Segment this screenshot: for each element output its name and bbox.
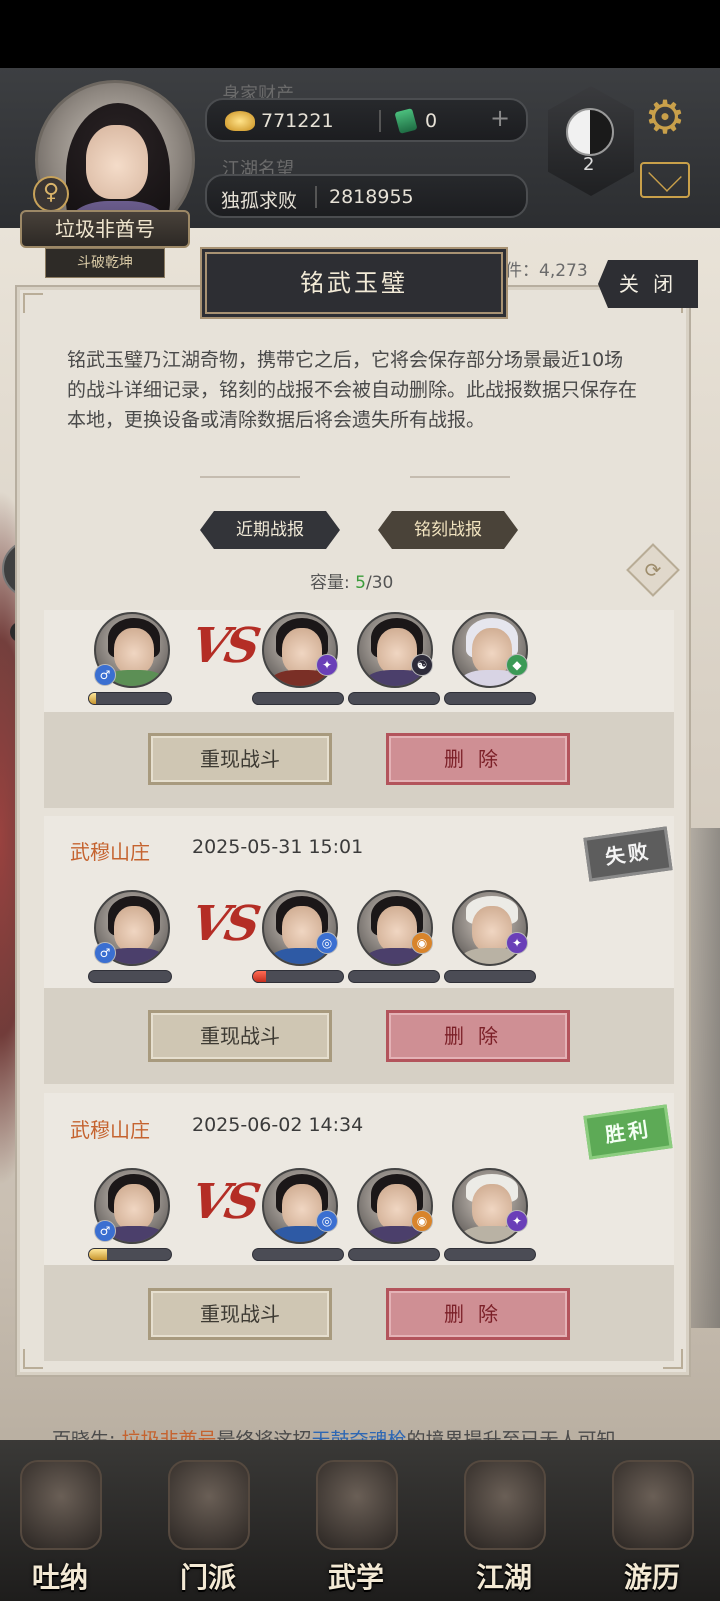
player-name: 垃圾非酋号 bbox=[20, 210, 190, 248]
enemy-hp-bar bbox=[252, 1248, 344, 1261]
enemy-hp-bar bbox=[252, 970, 344, 983]
enemy-portrait bbox=[262, 612, 338, 688]
battle-location: 武穆山庄 bbox=[70, 1118, 150, 1142]
enemy-portrait bbox=[262, 1168, 338, 1244]
jade-icon bbox=[394, 108, 418, 134]
player-hp-bar bbox=[88, 1248, 172, 1261]
replay-battle-button[interactable]: 重现战斗 bbox=[148, 1288, 332, 1340]
capacity-total: /30 bbox=[365, 573, 394, 593]
nav-sect[interactable]: 门派 bbox=[148, 1448, 268, 1598]
vs-icon: VS bbox=[187, 1174, 261, 1230]
nav-label: 吐纳 bbox=[31, 1561, 88, 1594]
battle-date: 2025-06-02 14:34 bbox=[192, 1114, 364, 1136]
enemy-hp-bar bbox=[252, 692, 344, 705]
partial-count: 件：4,273 bbox=[505, 261, 588, 281]
capacity: 容量: 5/30 bbox=[310, 568, 393, 593]
player-hp-bar bbox=[88, 970, 172, 983]
class-icon: ◎ bbox=[316, 1210, 338, 1232]
nav-label: 门派 bbox=[179, 1561, 236, 1594]
reputation-bar: 独孤求败 2818955 bbox=[205, 174, 528, 218]
enemy-hp-bar bbox=[348, 1248, 440, 1261]
reputation-title: 独孤求败 bbox=[221, 190, 298, 212]
class-icon: ◉ bbox=[411, 932, 433, 954]
enemy-portrait bbox=[357, 1168, 433, 1244]
gold-amount: 771221 bbox=[261, 110, 334, 132]
vs-icon: VS bbox=[187, 618, 261, 674]
mail-icon[interactable] bbox=[640, 162, 690, 198]
modal-title: 铭武玉璧 bbox=[205, 252, 503, 314]
divider bbox=[410, 476, 510, 478]
enemy-portrait bbox=[357, 612, 433, 688]
nav-travel[interactable]: 游历 bbox=[592, 1448, 712, 1598]
replay-battle-button[interactable]: 重现战斗 bbox=[148, 1010, 332, 1062]
gear-icon[interactable]: ⚙ bbox=[640, 92, 690, 142]
refresh-icon: ⟳ bbox=[644, 558, 662, 582]
replay-battle-button[interactable]: 重现战斗 bbox=[148, 733, 332, 785]
class-icon: ◉ bbox=[411, 1210, 433, 1232]
delete-button[interactable]: 删除 bbox=[386, 733, 570, 785]
enemy-portrait bbox=[452, 890, 528, 966]
vs-icon: VS bbox=[187, 896, 261, 952]
enemy-portrait bbox=[452, 612, 528, 688]
capacity-label: 容量: bbox=[310, 573, 350, 593]
player-title: 斗破乾坤 bbox=[45, 248, 165, 278]
add-jade-button[interactable]: + bbox=[490, 104, 510, 132]
nav-martial[interactable]: 武学 bbox=[296, 1448, 416, 1598]
class-icon: ♂ bbox=[94, 1220, 116, 1242]
class-icon: ◎ bbox=[316, 932, 338, 954]
capacity-used: 5 bbox=[355, 573, 366, 593]
taiji-level: 2 bbox=[583, 154, 595, 175]
class-icon: ♂ bbox=[94, 942, 116, 964]
player-hp-bar bbox=[88, 692, 172, 705]
tab-engraved[interactable]: 铭刻战报 bbox=[378, 511, 518, 549]
status-bar bbox=[0, 0, 720, 68]
enemy-hp-bar bbox=[444, 1248, 536, 1261]
taiji-icon: ☯ bbox=[411, 654, 433, 676]
gender-icon: ♀ bbox=[33, 176, 69, 212]
taiji-icon bbox=[566, 108, 614, 156]
enemy-hp-bar bbox=[348, 692, 440, 705]
class-icon: ✦ bbox=[316, 654, 338, 676]
delete-button[interactable]: 删除 bbox=[386, 1010, 570, 1062]
delete-button[interactable]: 删除 bbox=[386, 1288, 570, 1340]
close-button[interactable]: 关 闭 bbox=[598, 260, 698, 308]
nav-label: 武学 bbox=[327, 1561, 384, 1594]
gourd-icon bbox=[20, 1460, 102, 1550]
divider bbox=[200, 476, 300, 478]
nav-label: 江湖 bbox=[475, 1561, 532, 1594]
reputation-value: 2818955 bbox=[329, 186, 414, 208]
wealth-bar: 771221 0 + bbox=[205, 98, 528, 142]
tab-recent[interactable]: 近期战报 bbox=[200, 511, 340, 549]
enemy-hp-bar bbox=[348, 970, 440, 983]
enemy-portrait bbox=[357, 890, 433, 966]
hat-icon bbox=[464, 1460, 546, 1550]
modal-intro: 铭武玉璧乃江湖奇物，携带它之后，它将会保存部分场景最近10场的战斗详细记录，铭刻… bbox=[67, 349, 638, 431]
gold-ingot-icon bbox=[225, 111, 255, 131]
class-icon: ♂ bbox=[94, 664, 116, 686]
enemy-hp-bar bbox=[444, 970, 536, 983]
nav-jianghu[interactable]: 江湖 bbox=[444, 1448, 564, 1598]
horse-icon bbox=[612, 1460, 694, 1550]
class-icon: ◆ bbox=[506, 654, 528, 676]
battle-date: 2025-05-31 15:01 bbox=[192, 836, 364, 858]
book-icon bbox=[316, 1460, 398, 1550]
enemy-portrait bbox=[262, 890, 338, 966]
nav-label: 游历 bbox=[623, 1561, 680, 1594]
sect-icon bbox=[168, 1460, 250, 1550]
class-icon: ✦ bbox=[506, 1210, 528, 1232]
class-icon: ✦ bbox=[506, 932, 528, 954]
enemy-hp-bar bbox=[444, 692, 536, 705]
jade-amount: 0 bbox=[425, 110, 438, 132]
nav-tuna[interactable]: 吐纳 bbox=[0, 1448, 120, 1598]
enemy-portrait bbox=[452, 1168, 528, 1244]
battle-location: 武穆山庄 bbox=[70, 840, 150, 864]
